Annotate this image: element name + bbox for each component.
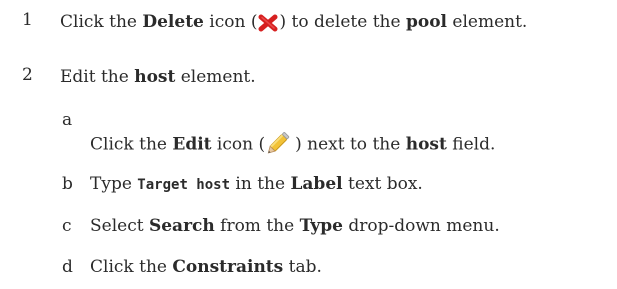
step-1-text: Click the Delete icon ( ) to delete the …	[60, 12, 527, 32]
substep-letter: d	[62, 257, 73, 277]
label-field-label: Label	[290, 174, 343, 194]
type-label: Type	[299, 216, 343, 236]
step-text: Click the	[60, 12, 143, 32]
edit-pencil-icon	[266, 127, 294, 157]
substep-a-text: Click the Edit icon ( ) next to the host…	[90, 132, 496, 157]
step-text: Edit the	[60, 67, 135, 87]
step-text: drop-down menu.	[342, 216, 500, 236]
step-text: tab.	[283, 257, 322, 277]
step-text: text box.	[342, 174, 423, 194]
step-text: Click the	[90, 134, 173, 155]
step-text: from the	[214, 216, 300, 236]
constraints-label: Constraints	[172, 257, 284, 277]
substep-d-text: Click the Constraints tab.	[90, 257, 322, 277]
step-text: Select	[90, 216, 149, 236]
substep-letter: a	[62, 110, 73, 130]
step-text: Type	[90, 174, 138, 194]
delete-icon	[258, 14, 278, 32]
pool-label: pool	[405, 12, 447, 32]
step-number: 2	[22, 65, 33, 85]
substep-b-text: Type Target host in the Label text box.	[90, 174, 423, 195]
host-label: host	[134, 67, 176, 87]
step-text: ) to delete the	[279, 12, 406, 32]
host-label: host	[405, 134, 447, 155]
step-text: field.	[446, 134, 496, 155]
step-text: Click the	[90, 257, 173, 277]
target-host-code: Target host	[137, 177, 231, 193]
delete-label: Delete	[142, 12, 204, 32]
step-text: element.	[447, 12, 528, 32]
step-text: icon (	[203, 12, 258, 32]
step-text: in the	[230, 174, 291, 194]
step-2-text: Edit the host element.	[60, 67, 256, 87]
step-number: 1	[22, 10, 33, 30]
search-label: Search	[148, 216, 215, 236]
edit-label: Edit	[172, 134, 212, 155]
step-text: icon (	[211, 134, 266, 155]
substep-c-text: Select Search from the Type drop-down me…	[90, 216, 500, 236]
substep-letter: c	[62, 216, 72, 236]
step-text: ) next to the	[295, 134, 406, 155]
substep-letter: b	[62, 174, 73, 194]
step-text: element.	[175, 67, 256, 87]
